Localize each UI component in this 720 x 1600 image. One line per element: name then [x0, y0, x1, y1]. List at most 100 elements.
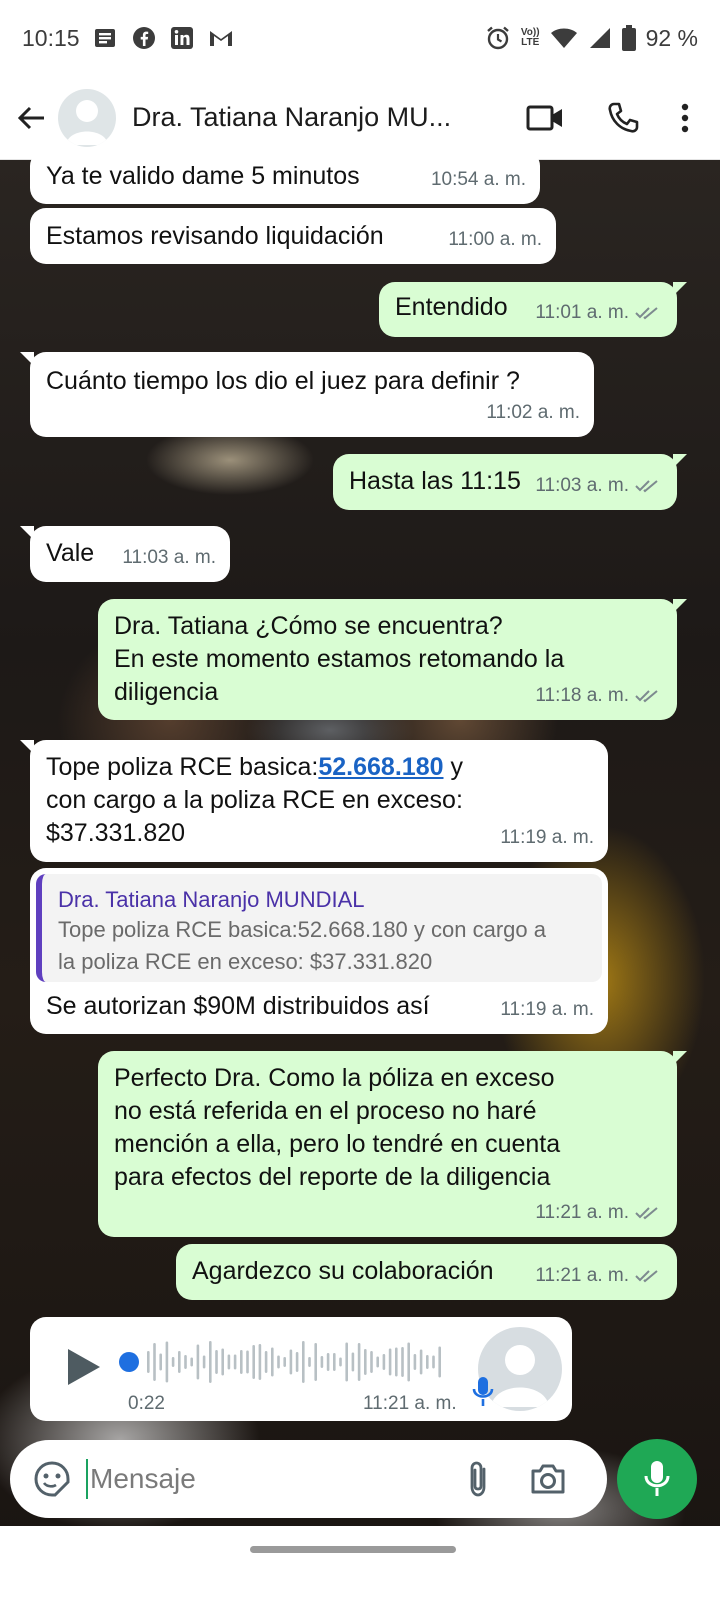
message-time: 11:03 a. m. — [535, 469, 661, 502]
waveform-bar — [147, 1351, 150, 1373]
waveform-bar — [159, 1353, 162, 1371]
waveform-bar — [271, 1347, 274, 1377]
status-bar: 10:15 Vo)) LTE 92 % — [0, 0, 720, 76]
waveform-bar — [419, 1349, 423, 1375]
double-check-icon — [635, 1269, 658, 1282]
record-voice-button[interactable] — [617, 1439, 697, 1519]
playback-scrubber[interactable] — [119, 1352, 139, 1372]
waveform-bar — [413, 1354, 417, 1370]
alarm-icon — [485, 25, 511, 51]
waveform-bar — [233, 1354, 237, 1370]
message-bubble-outgoing[interactable]: Agardezco su colaboración 11:21 a. m. — [176, 1244, 677, 1300]
contact-name[interactable]: Dra. Tatiana Naranjo MU... — [132, 102, 477, 133]
double-check-icon — [635, 1206, 658, 1219]
message-text-line: Tope poliza RCE basica:52.668.180 y — [46, 751, 592, 784]
waveform-bar — [401, 1347, 404, 1377]
system-navigation-bar — [0, 1526, 720, 1600]
waveform-bar — [240, 1350, 243, 1374]
camera-button[interactable] — [518, 1453, 578, 1505]
voice-duration: 0:22 — [128, 1393, 165, 1414]
waveform-bar — [382, 1354, 386, 1370]
quoted-text-line: la poliza RCE en exceso: $37.331.820 — [58, 949, 433, 974]
time-label: 11:21 a. m. — [535, 1265, 629, 1286]
contact-avatar[interactable] — [58, 88, 116, 147]
message-bubble-outgoing[interactable]: Perfecto Dra. Como la póliza en exceso n… — [98, 1051, 687, 1237]
message-bubble-incoming-reply[interactable]: Dra. Tatiana Naranjo MUNDIAL Tope poliza… — [30, 868, 608, 1034]
quoted-message[interactable]: Dra. Tatiana Naranjo MUNDIAL Tope poliza… — [36, 874, 602, 982]
waveform-bar — [426, 1355, 429, 1369]
double-check-icon — [635, 306, 658, 319]
message-text-line: Dra. Tatiana ¿Cómo se encuentra? — [114, 612, 503, 640]
message-time: 11:19 a. m. — [500, 827, 594, 848]
waveform-bar — [221, 1348, 224, 1376]
waveform-bar — [215, 1350, 218, 1374]
video-call-button[interactable] — [506, 88, 584, 148]
more-vert-icon — [681, 103, 689, 132]
volte-label-bottom: LTE — [521, 37, 540, 48]
play-button[interactable] — [64, 1345, 104, 1389]
attach-button[interactable] — [456, 1453, 500, 1505]
composer-bar — [10, 1440, 607, 1518]
waveform-bar — [165, 1341, 169, 1383]
message-bubble-incoming[interactable]: Ya te valido dame 5 minutos 10:54 a. m. — [30, 150, 540, 204]
message-bubble-incoming[interactable]: Estamos revisando liquidación 11:00 a. m… — [30, 208, 556, 264]
bubble-tail — [20, 352, 34, 366]
quoted-author: Dra. Tatiana Naranjo MUNDIAL — [58, 887, 365, 912]
waveform-bar — [289, 1349, 293, 1375]
waveform-bar — [190, 1357, 193, 1367]
home-gesture-handle[interactable] — [250, 1546, 456, 1553]
phone-number-link[interactable]: 52.668.180 — [318, 753, 443, 781]
message-bubble-incoming[interactable]: Tope poliza RCE basica:52.668.180 y con … — [20, 740, 608, 862]
double-check-icon — [635, 689, 658, 702]
waveform-bar — [326, 1353, 330, 1371]
voice-message-bubble[interactable]: 0:22 11:21 a. m. — [30, 1317, 572, 1421]
message-text: Se autorizan $90M distribuidos así — [46, 992, 430, 1020]
quoted-text-line: Tope poliza RCE basica:52.668.180 y con … — [58, 917, 546, 942]
waveform-bar — [370, 1351, 373, 1373]
message-bubble-incoming[interactable]: Cuánto tiempo los dio el juez para defin… — [20, 352, 594, 437]
waveform-bar — [432, 1355, 435, 1369]
message-input[interactable] — [86, 1459, 446, 1499]
waveform-bar — [209, 1341, 212, 1383]
time-label: 11:03 a. m. — [535, 475, 629, 496]
more-options-button[interactable] — [662, 88, 708, 148]
paperclip-icon — [470, 1461, 486, 1497]
waveform-bar — [258, 1344, 262, 1380]
message-bubble-outgoing[interactable]: Hasta las 11:15 11:03 a. m. — [333, 454, 687, 510]
voice-call-button[interactable] — [584, 88, 662, 148]
waveform-bar — [295, 1352, 299, 1372]
message-time: 11:01 a. m. — [535, 296, 661, 329]
waveform-bar — [252, 1345, 255, 1379]
message-time: 11:03 a. m. — [122, 547, 216, 568]
linkedin-icon — [170, 26, 194, 50]
time-label: 11:21 a. m. — [535, 1202, 629, 1223]
facebook-icon — [132, 26, 156, 50]
message-bubble-incoming[interactable]: Vale 11:03 a. m. — [20, 526, 230, 582]
bubble-tail — [20, 526, 34, 540]
play-icon — [68, 1349, 100, 1385]
waveform-bar — [302, 1341, 305, 1383]
waveform-bar — [196, 1344, 200, 1380]
message-bubble-outgoing[interactable]: Entendido 11:01 a. m. — [379, 282, 687, 337]
message-text-line: En este momento estamos retomando la — [114, 645, 565, 673]
camera-icon — [531, 1464, 565, 1494]
message-time: 11:21 a. m. — [535, 1196, 661, 1229]
waveform[interactable] — [145, 1335, 445, 1389]
waveform-bar — [283, 1357, 286, 1367]
message-text-line: no está referida en el proceso no haré — [114, 1097, 537, 1125]
mic-icon — [470, 1375, 496, 1409]
message-bubble-outgoing[interactable]: Dra. Tatiana ¿Cómo se encuentra? En este… — [98, 599, 687, 720]
back-button[interactable] — [6, 88, 58, 148]
waveform-bar — [246, 1350, 249, 1374]
sticker-button[interactable] — [26, 1453, 78, 1505]
signal-icon — [588, 26, 612, 50]
volte-icon: Vo)) LTE — [521, 28, 540, 48]
waveform-bar — [345, 1342, 348, 1382]
waveform-bar — [184, 1355, 187, 1369]
status-time: 10:15 — [22, 24, 80, 51]
waveform-bar — [351, 1352, 355, 1372]
wifi-icon — [550, 26, 578, 50]
waveform-bar — [364, 1349, 367, 1375]
bubble-tail — [673, 454, 687, 468]
waveform-bar — [320, 1356, 324, 1368]
